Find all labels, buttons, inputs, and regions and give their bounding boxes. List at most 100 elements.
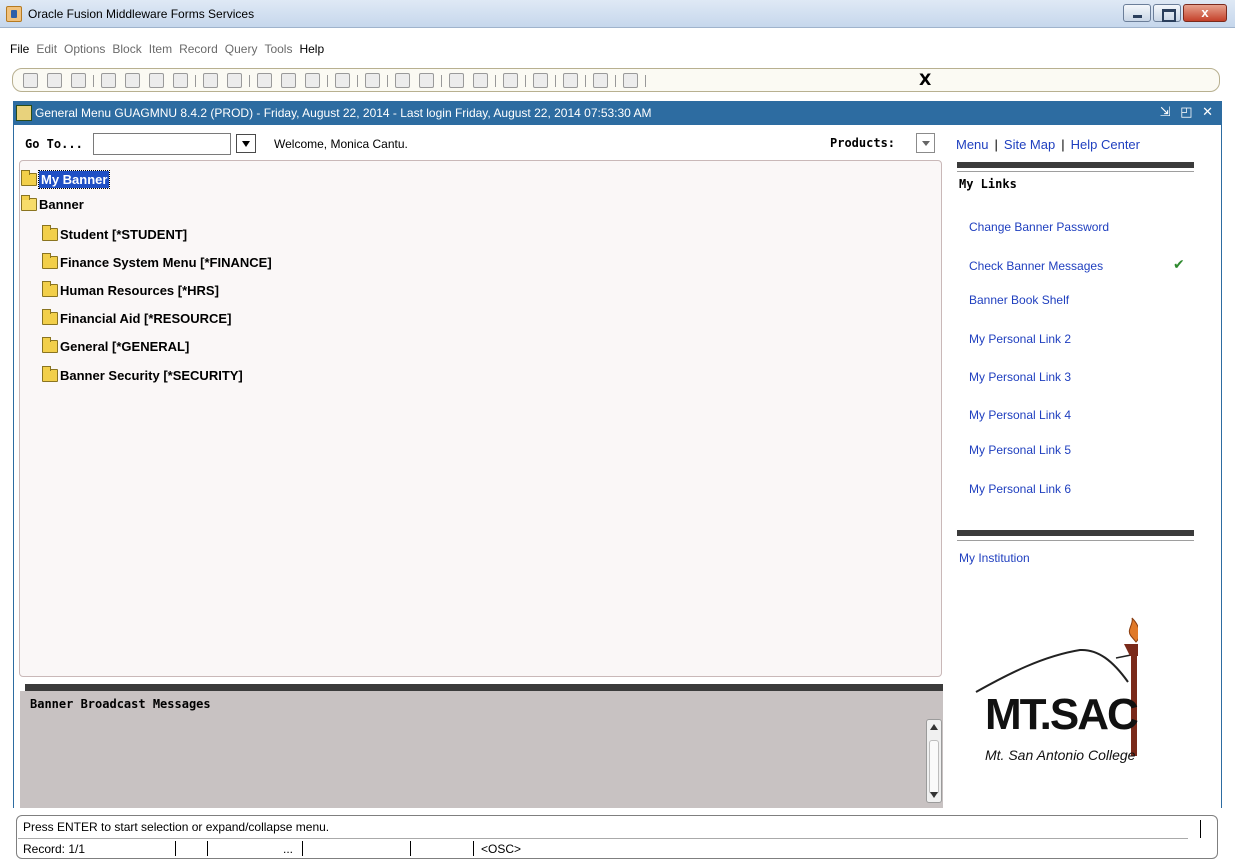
form-icon [16,105,32,121]
scroll-up-icon[interactable] [930,724,938,730]
menu-record[interactable]: Record [179,42,218,56]
attachment-icon[interactable] [473,73,488,88]
window-controls: x [1123,4,1227,22]
folder-icon [42,281,58,297]
tree-node-finance[interactable]: Finance System Menu [*FINANCE] [42,253,272,270]
menu-query[interactable]: Query [225,42,258,56]
execute-query-icon[interactable] [281,73,296,88]
insert-record-icon[interactable] [149,73,164,88]
help-icon[interactable] [593,73,608,88]
checkmark-icon: ✔ [1173,257,1185,273]
save-icon[interactable] [23,73,38,88]
tree-node-label: Banner [39,197,84,212]
my-links-title: My Links [959,177,1017,191]
institution-rule [957,540,1194,541]
site-map-icon[interactable] [533,73,548,88]
personal-link-6[interactable]: My Personal Link 6 [969,482,1071,496]
toolbar-separator [195,75,196,87]
select-icon[interactable] [71,73,86,88]
menu-options[interactable]: Options [64,42,105,56]
menu-tools[interactable]: Tools [264,42,292,56]
hierarchy-icon[interactable] [563,73,578,88]
enter-query-icon[interactable] [257,73,272,88]
link-separator: | [1061,137,1065,152]
personal-link-4[interactable]: My Personal Link 4 [969,408,1071,422]
toolbar: X [12,68,1220,92]
goto-dropdown-button[interactable] [236,134,256,153]
menu-file[interactable]: File [10,42,29,56]
tree-node-label: General [*GENERAL] [60,339,190,354]
products-label: Products: [830,136,896,150]
tree-node-student[interactable]: Student [*STUDENT] [42,225,188,242]
broadcast-divider [25,684,943,691]
check-messages-link[interactable]: Check Banner Messages [969,259,1103,273]
close-icon: x [1201,5,1209,20]
lightbulb-icon[interactable] [623,73,638,88]
menu-edit[interactable]: Edit [36,42,57,56]
tree-node-my-banner[interactable]: My Banner [21,170,111,189]
logo-wordmark: MT.SAC [985,690,1139,739]
my-links-divider [957,162,1194,168]
status-divider [18,838,1188,839]
tree-node-label: Banner Security [*SECURITY] [60,368,243,383]
minimize-button[interactable] [1123,4,1151,22]
my-institution-link[interactable]: My Institution [959,551,1030,565]
next-block-icon[interactable] [101,73,116,88]
rollback-icon[interactable] [47,73,62,88]
previous-record-icon[interactable] [203,73,218,88]
tree-node-label: Human Resources [*HRS] [60,283,219,298]
tree-node-banner[interactable]: Banner [21,195,84,212]
institution-divider [957,530,1194,536]
help-center-link[interactable]: Help Center [1071,137,1140,152]
cancel-query-icon[interactable] [305,73,320,88]
next-record-icon[interactable] [227,73,242,88]
window-title: Oracle Fusion Middleware Forms Services [28,7,255,21]
tree-node-general[interactable]: General [*GENERAL] [42,337,190,354]
close-button[interactable]: x [1183,4,1227,22]
personal-link-3[interactable]: My Personal Link 3 [969,370,1071,384]
extract-icon[interactable] [335,73,350,88]
mail-icon[interactable] [449,73,464,88]
goto-input[interactable] [93,133,231,155]
site-map-link[interactable]: Site Map [1004,137,1055,152]
window-title-bar: Oracle Fusion Middleware Forms Services … [0,0,1235,28]
maximize-button[interactable] [1153,4,1181,22]
toolbar-separator [357,75,358,87]
products-dropdown-button[interactable] [916,133,935,153]
exit-button[interactable]: X [919,70,931,89]
toolbar-separator [555,75,556,87]
folder-icon [42,225,58,241]
menu-item[interactable]: Item [149,42,172,56]
link-separator: | [994,137,998,152]
form-window-controls[interactable]: ⇲ ◰ ✕ [1160,104,1216,120]
search-icon[interactable] [395,73,410,88]
goto-label: Go To... [25,137,83,151]
tree-node-human-resources[interactable]: Human Resources [*HRS] [42,281,219,298]
scroll-down-icon[interactable] [930,792,938,798]
menu-help[interactable]: Help [299,42,324,56]
personal-link-5[interactable]: My Personal Link 5 [969,443,1071,457]
menu-block[interactable]: Block [112,42,141,56]
folder-icon [42,337,58,353]
tree-node-label: Student [*STUDENT] [60,227,188,242]
logo-subtitle: Mt. San Antonio College [985,747,1136,763]
options-icon[interactable] [419,73,434,88]
folder-icon [21,170,37,186]
audio-icon[interactable] [503,73,518,88]
previous-block-icon[interactable] [125,73,140,88]
menu-link[interactable]: Menu [956,137,989,152]
form-title-bar: General Menu GUAGMNU 8.4.2 (PROD) - Frid… [13,101,1222,125]
open-folder-icon [21,195,37,211]
tree-node-banner-security[interactable]: Banner Security [*SECURITY] [42,366,243,383]
tree-node-financial-aid[interactable]: Financial Aid [*RESOURCE] [42,309,231,326]
broadcast-scrollbar[interactable] [926,719,942,803]
remove-record-icon[interactable] [173,73,188,88]
change-password-link[interactable]: Change Banner Password [969,220,1109,234]
book-shelf-link[interactable]: Banner Book Shelf [969,293,1069,307]
toolbar-separator [93,75,94,87]
print-icon[interactable] [365,73,380,88]
scroll-thumb[interactable] [929,740,939,794]
toolbar-separator [495,75,496,87]
toolbar-separator [249,75,250,87]
personal-link-2[interactable]: My Personal Link 2 [969,332,1071,346]
